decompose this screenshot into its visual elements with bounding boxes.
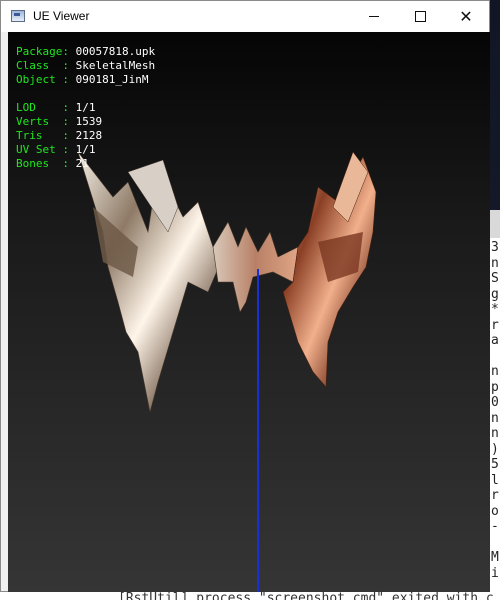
info-package: Package: 00057818.upk (16, 45, 156, 58)
console-line: 0 (491, 395, 499, 410)
ue-viewer-window: UE Viewer ✕ Package: 00057818.upk Class … (0, 0, 490, 592)
app-icon (11, 10, 25, 22)
info-bones: Bones : 21 (16, 157, 89, 170)
console-line: l (491, 472, 499, 488)
console-line: n (491, 255, 499, 271)
console-line: o (491, 503, 499, 519)
title-bar[interactable]: UE Viewer ✕ (1, 1, 489, 32)
console-line: 5 (491, 457, 499, 472)
console-lines: 3 n Sg * r a n p 0 n n) 5 l r o - Mi (490, 240, 499, 581)
console-line: r (491, 488, 499, 503)
close-icon: ✕ (459, 7, 473, 26)
console-line: * (491, 302, 499, 317)
console-line: p (491, 379, 499, 395)
console-line: 3 (491, 240, 499, 255)
info-tris: Tris : 2128 (16, 129, 103, 142)
console-line: S (491, 271, 499, 286)
info-verts: Verts : 1539 (16, 115, 103, 128)
mesh-viewport[interactable]: Package: 00057818.upk Class : SkeletalMe… (8, 32, 490, 592)
maximize-icon (414, 10, 426, 22)
close-button[interactable]: ✕ (443, 1, 489, 32)
console-scrollbar[interactable] (490, 210, 500, 238)
mesh-info-overlay: Package: 00057818.upk Class : SkeletalMe… (16, 45, 155, 171)
console-line: M (491, 550, 499, 565)
background-console: 3 n Sg * r a n p 0 n n) 5 l r o - Mi (490, 210, 500, 600)
console-line: n (491, 426, 499, 441)
minimize-icon (369, 15, 379, 17)
console-line: n (491, 410, 499, 426)
console-line: n (491, 364, 499, 379)
console-line: a (491, 333, 499, 348)
window-title: UE Viewer (33, 9, 90, 23)
info-object: Object : 090181_JinM (16, 73, 149, 86)
minimize-button[interactable] (351, 1, 397, 32)
info-uvset: UV Set : 1/1 (16, 143, 96, 156)
info-lod: LOD : 1/1 (16, 101, 96, 114)
console-line: g (491, 286, 499, 302)
console-line: i (491, 565, 499, 581)
console-line: - (491, 519, 499, 534)
console-bottom-text: [RstUtil] process "screenshot.cmd" exite… (118, 591, 494, 600)
vertical-axis-line (257, 269, 259, 592)
info-class: Class : SkeletalMesh (16, 59, 156, 72)
console-line: ) (491, 441, 499, 457)
console-line: r (491, 317, 499, 333)
maximize-button[interactable] (397, 1, 443, 32)
